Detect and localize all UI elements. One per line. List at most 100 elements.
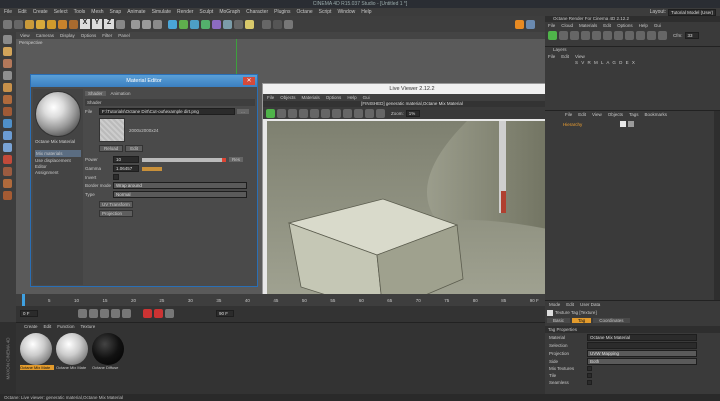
tab-basic[interactable]: Basic	[547, 318, 571, 323]
file-browse-button[interactable]: ...	[237, 109, 249, 114]
material-swatch[interactable]: Octane Mix Mate	[20, 333, 54, 370]
octane-menu-options[interactable]: Options	[617, 23, 633, 28]
pause-icon[interactable]	[570, 30, 579, 40]
lv-menu-options[interactable]: Options	[326, 95, 342, 100]
region-icon[interactable]	[625, 30, 634, 40]
tab-shader[interactable]: Shader	[85, 90, 106, 96]
solo-icon[interactable]	[3, 179, 12, 188]
tone-icon[interactable]	[376, 108, 385, 118]
viewport-menu-view[interactable]: View	[20, 33, 30, 38]
gamma-field[interactable]: 1.06457	[113, 165, 139, 172]
region-icon[interactable]	[343, 108, 352, 118]
objects-menu-edit[interactable]: Edit	[578, 112, 586, 117]
settings-icon[interactable]	[365, 108, 374, 118]
layers-menu-view[interactable]: View	[575, 54, 585, 59]
head-icon[interactable]	[526, 19, 535, 29]
viewport-menu-filter[interactable]: Filter	[102, 33, 112, 38]
move-icon[interactable]	[36, 19, 45, 29]
channel-use-displacement[interactable]: Use displacement	[35, 158, 81, 163]
material-swatch[interactable]: Octane Diffuse	[92, 333, 126, 370]
tab-tag[interactable]: Tag	[572, 318, 592, 323]
undo-icon[interactable]	[3, 19, 12, 29]
snap-icon[interactable]	[3, 143, 12, 152]
invert-checkbox[interactable]	[113, 174, 119, 180]
keyframe-icon[interactable]	[165, 308, 174, 318]
axis-z-button[interactable]: Z	[104, 19, 114, 29]
objects-menu-tags[interactable]: Tags	[629, 112, 639, 117]
mm-menu-edit[interactable]: Edit	[44, 324, 52, 329]
autokey-icon[interactable]	[154, 308, 163, 318]
layout-dropdown[interactable]: Tutorial Model (User)	[668, 8, 716, 16]
projection-dropdown[interactable]: UVW Mapping	[587, 349, 697, 357]
lock-icon[interactable]	[310, 108, 319, 118]
floor-icon[interactable]	[223, 19, 232, 29]
save-image-icon[interactable]	[354, 108, 363, 118]
tweak-icon[interactable]	[3, 131, 12, 140]
zoom-field[interactable]: 1%	[405, 109, 420, 117]
menu-script[interactable]: Script	[319, 9, 332, 15]
octane-icon[interactable]	[262, 19, 271, 29]
viewport-menu-cameras[interactable]: Cameras	[36, 33, 54, 38]
menu-mesh[interactable]: Mesh	[91, 9, 103, 15]
light-icon[interactable]	[245, 19, 254, 29]
file-path-field[interactable]: F:\Tutorials\Octane Dirt\Cut-out\example…	[99, 108, 235, 115]
octane-menu-help[interactable]: Help	[639, 23, 648, 28]
redo-icon[interactable]	[14, 19, 23, 29]
go-to-start-icon[interactable]	[78, 308, 87, 318]
array-icon[interactable]	[201, 19, 210, 29]
menu-octane[interactable]: Octane	[297, 9, 313, 15]
menu-snap[interactable]: Snap	[110, 9, 122, 15]
octane-menu-materials[interactable]: Materials	[579, 23, 597, 28]
planar-workplane-icon[interactable]	[3, 167, 12, 176]
gamma-slider[interactable]	[142, 166, 162, 171]
side-tab[interactable]	[714, 111, 720, 301]
pick-icon[interactable]	[603, 30, 612, 40]
type-dropdown[interactable]: Normal	[113, 191, 247, 198]
octane-menu-edit[interactable]: Edit	[603, 23, 611, 28]
attr-menu-edit[interactable]: Edit	[566, 302, 574, 307]
menu-help[interactable]: Help	[361, 9, 371, 15]
step-forward-icon[interactable]	[111, 308, 120, 318]
sculpt-icon[interactable]	[3, 191, 12, 200]
coordinate-system-icon[interactable]	[116, 19, 125, 29]
menu-tools[interactable]: Tools	[74, 9, 86, 15]
cube-icon[interactable]	[168, 19, 177, 29]
live-selection-icon[interactable]	[25, 19, 34, 29]
workplane-icon[interactable]	[3, 71, 12, 80]
octane-pointer-icon[interactable]	[284, 19, 293, 29]
mix-textures-checkbox[interactable]	[587, 366, 592, 371]
objects-item[interactable]: Hierarchy	[545, 121, 720, 127]
selection-field[interactable]	[587, 341, 697, 349]
material-swatch[interactable]: Octane Mix Mate	[56, 333, 90, 370]
tile-checkbox[interactable]	[587, 373, 592, 378]
lv-menu-gui[interactable]: Gui	[363, 95, 370, 100]
tone-icon[interactable]	[658, 30, 667, 40]
texture-tag-icon[interactable]	[628, 121, 635, 127]
render-canvas[interactable]	[267, 121, 557, 313]
lv-menu-materials[interactable]: Materials	[302, 95, 320, 100]
mm-menu-create[interactable]: Create	[24, 324, 38, 329]
save-image-icon[interactable]	[636, 30, 645, 40]
menu-render[interactable]: Render	[177, 9, 193, 15]
viewport-menu-options[interactable]: Options	[81, 33, 97, 38]
lv-menu-help[interactable]: Help	[347, 95, 356, 100]
channel-assignment[interactable]: Assignment	[35, 170, 81, 175]
side-dropdown[interactable]: Both	[587, 357, 697, 365]
frame-end-field[interactable]: 90 F	[216, 309, 234, 317]
power-field[interactable]: 10	[113, 156, 139, 163]
objects-menu-bookmarks[interactable]: Bookmarks	[645, 112, 668, 117]
power-slider[interactable]	[142, 157, 226, 162]
lock-icon[interactable]	[592, 30, 601, 40]
refresh-icon[interactable]	[559, 30, 568, 40]
axis-mode-icon[interactable]	[3, 119, 12, 128]
stop-icon[interactable]	[581, 30, 590, 40]
edges-mode-icon[interactable]	[3, 95, 12, 104]
octane-render-icon[interactable]	[548, 30, 557, 40]
axis-x-button[interactable]: X	[80, 19, 90, 29]
edit-button[interactable]: Edit	[125, 145, 144, 152]
deformer-icon[interactable]	[212, 19, 221, 29]
mm-menu-function[interactable]: Function	[57, 324, 74, 329]
render-view-icon[interactable]	[131, 19, 140, 29]
refresh-icon[interactable]	[277, 108, 286, 118]
octane-menu-file[interactable]: File	[548, 23, 555, 28]
